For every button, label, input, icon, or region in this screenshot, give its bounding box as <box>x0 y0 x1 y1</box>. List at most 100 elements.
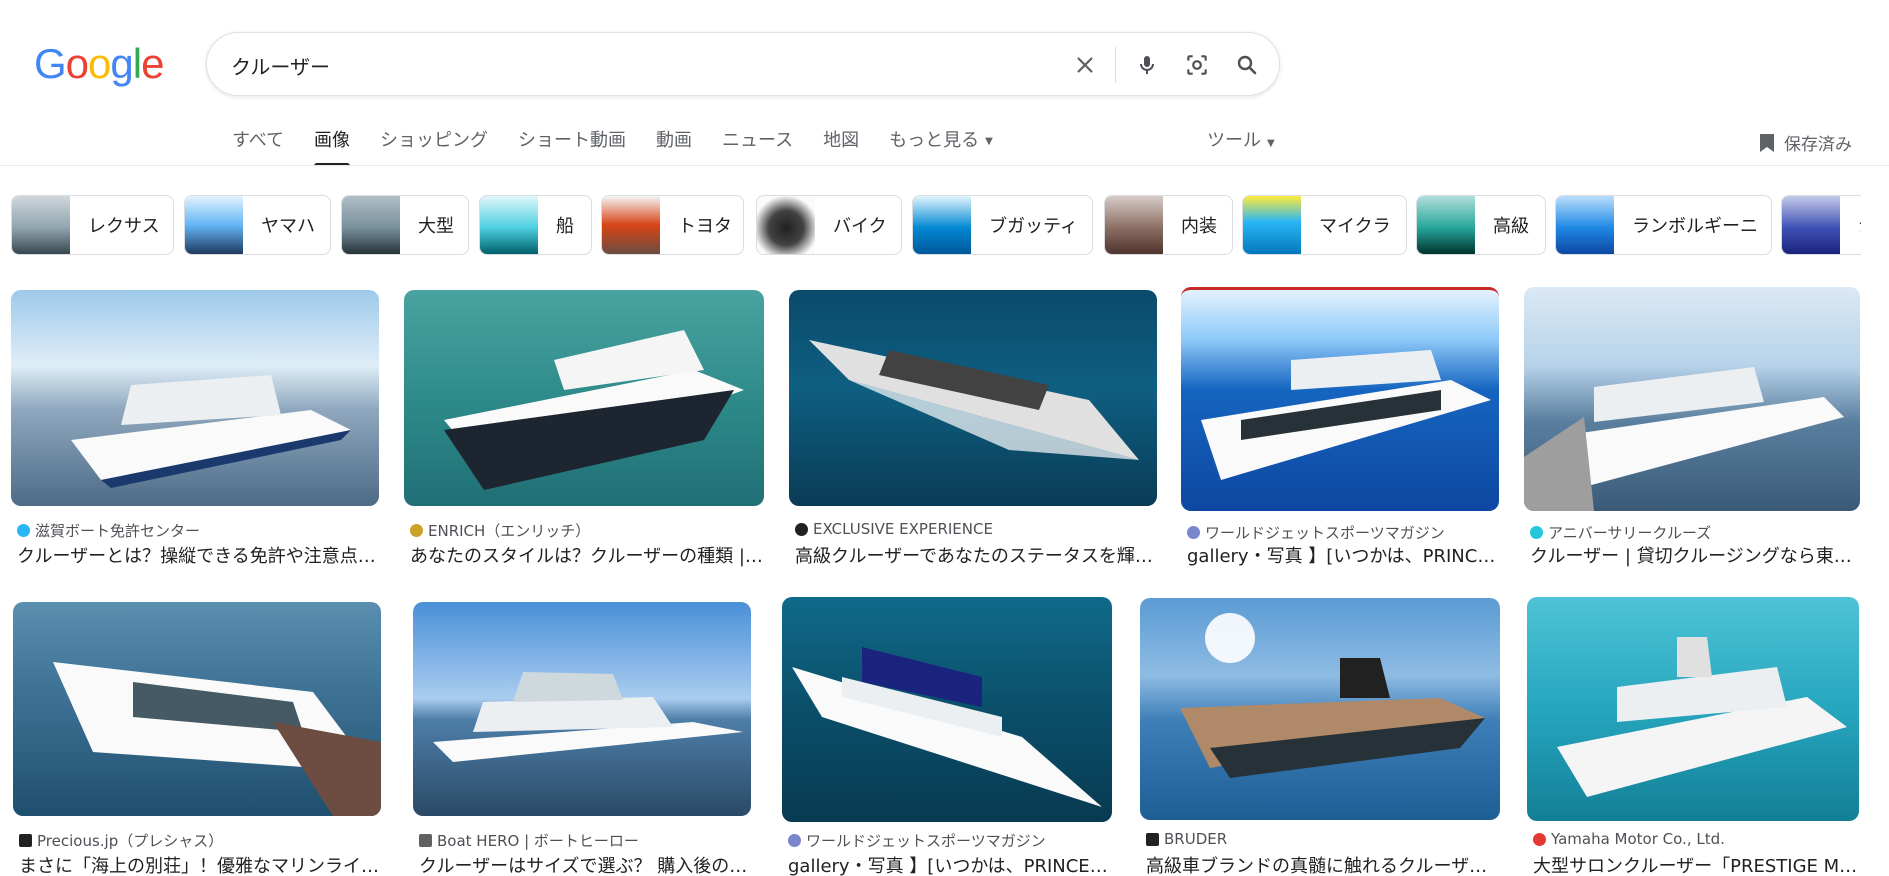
image-result[interactable]: BRUDER 高級車ブランドの真髄に触れるクルーザー… <box>1140 598 1502 876</box>
site-favicon-icon <box>410 524 423 537</box>
chip-lexus[interactable]: レクサス <box>11 195 174 255</box>
caret-down-icon: ▼ <box>1267 138 1275 149</box>
chip-thumbnail <box>913 196 971 254</box>
chip-interior[interactable]: 内装 <box>1104 195 1233 255</box>
chip-thumbnail <box>12 196 70 254</box>
result-title[interactable]: クルーザーとは？操縦できる免許や注意点… <box>17 542 379 568</box>
result-image[interactable] <box>789 290 1157 506</box>
chip-thumbnail <box>1782 196 1840 254</box>
result-source-label: 滋賀ボート免許センター <box>35 522 201 540</box>
chip-bugatti[interactable]: ブガッティ <box>912 195 1093 255</box>
chip-lamborghini[interactable]: ランボルギーニ <box>1555 195 1772 255</box>
result-title[interactable]: gallery・写真 】[いつかは、PRINCES… <box>788 852 1114 876</box>
chip-luxury[interactable]: 高級 <box>1416 195 1546 255</box>
tools-button[interactable]: ツール ▼ <box>1207 126 1275 152</box>
result-source[interactable]: Boat HERO | ボートヒーロー <box>419 830 639 851</box>
boat-illustration <box>71 375 351 488</box>
chip-partial[interactable]: ジ <box>1781 195 1861 255</box>
chip-toyota[interactable]: トヨタ <box>601 195 744 255</box>
result-title[interactable]: あなたのスタイルは？クルーザーの種類 |… <box>410 542 766 568</box>
chip-label: レクサス <box>88 216 160 237</box>
result-source-label: EXCLUSIVE EXPERIENCE <box>813 520 993 538</box>
result-image[interactable] <box>1181 287 1499 511</box>
search-divider <box>1115 47 1116 83</box>
chip-label: ブガッティ <box>989 216 1078 237</box>
bookmark-icon <box>1760 133 1774 152</box>
result-source[interactable]: ワールドジェットスポーツマガジン <box>1187 522 1445 543</box>
site-favicon-icon <box>1187 526 1200 539</box>
result-title[interactable]: 大型サロンクルーザー「PRESTIGE M… <box>1533 852 1861 876</box>
google-logo[interactable]: Google <box>34 40 164 88</box>
result-image[interactable] <box>13 602 381 816</box>
result-image[interactable] <box>782 597 1112 822</box>
result-image[interactable] <box>404 290 764 506</box>
image-result[interactable]: ワールドジェットスポーツマガジン gallery・写真 】[いつかは、PRINC… <box>1181 287 1501 568</box>
tab-all[interactable]: すべて <box>232 126 284 166</box>
chip-yamaha[interactable]: ヤマハ <box>184 195 331 255</box>
tab-short-videos[interactable]: ショート動画 <box>518 126 626 166</box>
boat-illustration <box>1524 367 1844 511</box>
result-title[interactable]: クルーザー | 貸切クルージングなら東… <box>1530 542 1862 568</box>
site-favicon-icon <box>1533 832 1546 846</box>
result-source[interactable]: ENRICH（エンリッチ） <box>410 520 590 541</box>
tab-news[interactable]: ニュース <box>722 126 793 166</box>
result-image[interactable] <box>1140 598 1500 820</box>
image-result[interactable]: アニバーサリークルーズ クルーザー | 貸切クルージングなら東… <box>1524 287 1862 568</box>
result-source[interactable]: 滋賀ボート免許センター <box>17 520 200 541</box>
chip-thumbnail <box>757 196 815 254</box>
result-image[interactable] <box>11 290 379 506</box>
image-result[interactable]: Boat HERO | ボートヒーロー クルーザーはサイズで選ぶ？ 購入後の… <box>413 602 753 876</box>
result-title[interactable]: gallery・写真 】[いつかは、PRINCE… <box>1187 542 1501 568</box>
chip-bike[interactable]: バイク <box>756 195 902 255</box>
image-result[interactable]: ENRICH（エンリッチ） あなたのスタイルは？クルーザーの種類 |… <box>404 290 766 568</box>
microphone-icon[interactable] <box>1131 49 1163 81</box>
result-image[interactable] <box>1524 287 1860 511</box>
chip-thumbnail <box>1105 196 1163 254</box>
result-title[interactable]: 高級車ブランドの真髄に触れるクルーザー… <box>1146 852 1502 876</box>
result-title[interactable]: まさに「海上の別荘」！優雅なマリンライ… <box>19 852 381 876</box>
tab-maps[interactable]: 地図 <box>823 126 859 166</box>
tools-label: ツール <box>1207 130 1261 151</box>
header-divider <box>0 165 1889 166</box>
image-result[interactable]: Precious.jp（プレシャス） まさに「海上の別荘」！優雅なマリンライ… <box>13 602 383 876</box>
camera-lens-icon[interactable] <box>1181 49 1213 81</box>
result-source[interactable]: EXCLUSIVE EXPERIENCE <box>795 520 993 538</box>
result-source[interactable]: Precious.jp（プレシャス） <box>19 830 223 851</box>
image-result[interactable]: ワールドジェットスポーツマガジン gallery・写真 】[いつかは、PRINC… <box>782 597 1114 876</box>
site-favicon-icon <box>419 834 432 847</box>
result-source[interactable]: BRUDER <box>1146 830 1227 848</box>
search-icon[interactable] <box>1231 49 1263 81</box>
chip-label: バイク <box>833 216 887 237</box>
chip-minecraft[interactable]: マイクラ <box>1242 195 1407 255</box>
tab-more[interactable]: もっと見る ▼ <box>889 126 993 166</box>
chip-ship[interactable]: 船 <box>479 195 592 255</box>
site-favicon-icon <box>795 522 808 536</box>
result-source[interactable]: アニバーサリークルーズ <box>1530 522 1711 543</box>
image-result[interactable]: 滋賀ボート免許センター クルーザーとは？操縦できる免許や注意点… <box>11 290 381 568</box>
result-title[interactable]: クルーザーはサイズで選ぶ？ 購入後の… <box>419 852 753 876</box>
site-favicon-icon <box>1146 832 1159 846</box>
search-input[interactable]: クルーザー <box>231 51 330 80</box>
saved-button[interactable]: 保存済み <box>1758 130 1852 155</box>
image-result[interactable]: EXCLUSIVE EXPERIENCE 高級クルーザーであなたのステータスを輝… <box>789 290 1159 568</box>
search-box[interactable]: クルーザー <box>206 32 1280 96</box>
chip-thumbnail <box>602 196 660 254</box>
boat-illustration <box>809 340 1139 460</box>
tab-images[interactable]: 画像 <box>314 126 351 166</box>
related-chips: レクサス ヤマハ 大型 船 トヨタ バイク ブガッティ 内装 マイクラ 高級 ラ… <box>11 195 1861 255</box>
boat-illustration <box>53 662 381 816</box>
result-image[interactable] <box>1527 597 1859 821</box>
clear-search-icon[interactable] <box>1069 49 1101 81</box>
result-image[interactable] <box>413 602 751 816</box>
tab-videos[interactable]: 動画 <box>656 126 692 166</box>
image-result[interactable]: Yamaha Motor Co., Ltd. 大型サロンクルーザー「PRESTI… <box>1527 597 1861 876</box>
chip-large[interactable]: 大型 <box>341 195 469 255</box>
site-favicon-icon <box>17 524 30 537</box>
chip-label: ジ <box>1840 212 1861 238</box>
result-title[interactable]: 高級クルーザーであなたのステータスを輝… <box>795 542 1159 568</box>
boat-illustration <box>433 672 743 762</box>
result-source[interactable]: ワールドジェットスポーツマガジン <box>788 830 1046 851</box>
tab-shopping[interactable]: ショッピング <box>380 126 488 166</box>
chip-label: 大型 <box>418 216 454 237</box>
result-source[interactable]: Yamaha Motor Co., Ltd. <box>1533 830 1725 848</box>
